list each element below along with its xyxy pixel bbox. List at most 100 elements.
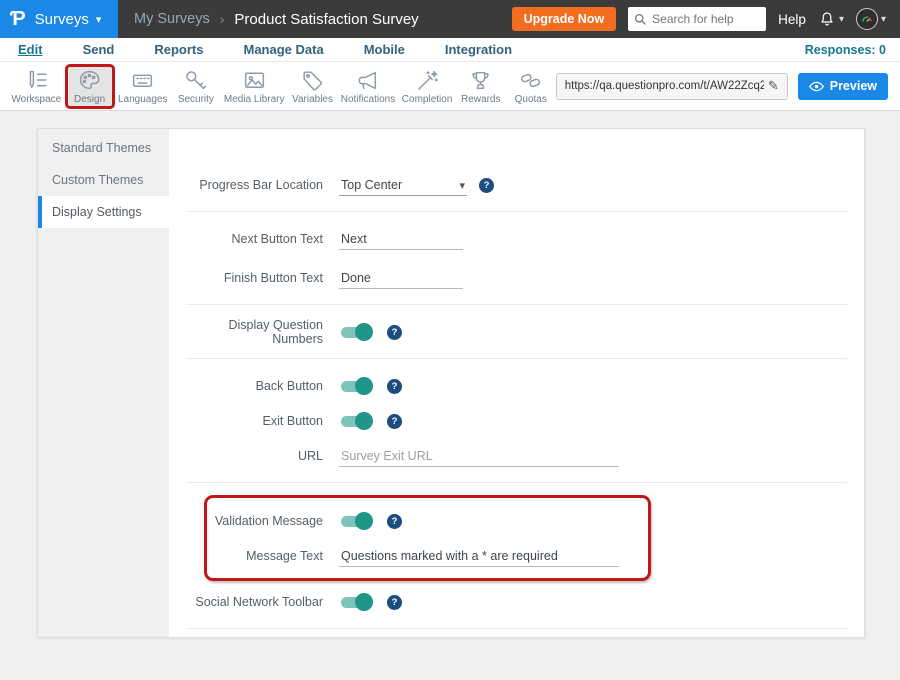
sidebar-item-custom-themes[interactable]: Custom Themes: [38, 164, 169, 196]
toolbar-label: Completion: [402, 94, 453, 105]
help-icon[interactable]: [479, 178, 494, 193]
display-settings-form: Progress Bar Location Top Center Next Bu…: [169, 129, 864, 637]
section-divider: [186, 358, 847, 359]
toolbar-label: Quotas: [515, 94, 547, 105]
progress-bar-location-value: Top Center: [341, 178, 402, 192]
progress-bar-location-select[interactable]: Top Center: [339, 174, 467, 196]
eye-icon: [809, 81, 824, 92]
nav-tab-send[interactable]: Send: [83, 42, 115, 57]
nav-tab-integration[interactable]: Integration: [445, 42, 512, 57]
breadcrumb-my-surveys[interactable]: My Surveys: [134, 11, 210, 27]
nav-tab-manage-data[interactable]: Manage Data: [243, 42, 323, 57]
app-logo-surveys-menu[interactable]: Ƥ Surveys ▾: [0, 0, 118, 38]
survey-url-input[interactable]: [565, 80, 764, 92]
preview-button[interactable]: Preview: [798, 73, 888, 100]
toolbar-item-quotas[interactable]: Quotas: [506, 65, 556, 108]
rewards-trophy-icon: [468, 68, 493, 93]
validation-message-label: Validation Message: [207, 514, 323, 528]
help-icon[interactable]: [387, 379, 402, 394]
display-question-numbers-toggle[interactable]: [341, 327, 371, 338]
toolbar-item-security[interactable]: Security: [171, 65, 221, 108]
survey-nav-bar: Edit Send Reports Manage Data Mobile Int…: [0, 38, 900, 62]
nav-tab-edit[interactable]: Edit: [18, 42, 43, 57]
toolbar-label: Media Library: [224, 94, 285, 105]
search-icon: [634, 13, 647, 26]
toolbar-item-variables[interactable]: Variables: [288, 65, 338, 108]
product-menu-label: Surveys: [35, 11, 89, 28]
responses-count[interactable]: Responses: 0: [805, 43, 886, 57]
exit-url-label: URL: [186, 449, 323, 463]
design-palette-icon: [77, 68, 102, 93]
display-question-numbers-label: Display Question Numbers: [186, 318, 323, 346]
avatar: [856, 8, 878, 30]
upgrade-now-button[interactable]: Upgrade Now: [512, 7, 617, 31]
survey-url-field[interactable]: [556, 73, 788, 100]
chevron-down-icon: ▾: [96, 13, 102, 26]
social-network-toolbar-toggle[interactable]: [341, 597, 371, 608]
edit-url-pencil-icon[interactable]: [764, 78, 783, 94]
top-header-bar: Ƥ Surveys ▾ My Surveys › Product Satisfa…: [0, 0, 900, 38]
sidebar-item-standard-themes[interactable]: Standard Themes: [38, 132, 169, 164]
exit-url-input[interactable]: [339, 446, 619, 467]
toolbar-item-completion[interactable]: Completion: [398, 65, 455, 108]
workspace-icon: [24, 68, 49, 93]
toolbar-item-media-library[interactable]: Media Library: [221, 65, 288, 108]
gauge-avatar-icon: [859, 11, 875, 27]
finish-button-text-label: Finish Button Text: [186, 271, 323, 285]
chevron-down-icon: ▾: [839, 14, 844, 25]
next-button-text-input[interactable]: [339, 229, 463, 250]
sidebar-item-display-settings[interactable]: Display Settings: [38, 196, 169, 228]
questionpro-logo-icon: Ƥ: [10, 8, 26, 31]
message-text-row: Message Text: [207, 541, 648, 571]
section-divider: [186, 211, 847, 212]
validation-message-toggle[interactable]: [341, 516, 371, 527]
exit-url-row: URL: [186, 441, 847, 471]
progress-bar-location-row: Progress Bar Location Top Center: [186, 170, 847, 200]
next-button-text-row: Next Button Text: [186, 224, 847, 254]
design-settings-panel: Standard Themes Custom Themes Display Se…: [37, 128, 865, 638]
help-icon[interactable]: [387, 595, 402, 610]
toolbar-label: Security: [178, 94, 214, 105]
toolbar-label: Rewards: [461, 94, 500, 105]
security-key-icon: [183, 68, 208, 93]
toolbar-label: Languages: [118, 94, 168, 105]
chevron-down-icon: ▾: [881, 14, 886, 25]
quotas-links-icon: [518, 68, 543, 93]
toolbar-item-workspace[interactable]: Workspace: [8, 65, 65, 108]
nav-tab-mobile[interactable]: Mobile: [364, 42, 405, 57]
validation-message-row: Validation Message: [207, 506, 648, 536]
page-title: Product Satisfaction Survey: [234, 11, 418, 28]
completion-wand-icon: [415, 68, 440, 93]
section-divider: [186, 628, 847, 629]
help-icon[interactable]: [387, 414, 402, 429]
notifications-bell-button[interactable]: ▾: [818, 10, 844, 28]
back-button-toggle[interactable]: [341, 381, 371, 392]
breadcrumb: My Surveys › Product Satisfaction Survey: [134, 11, 419, 28]
toolbar-label: Workspace: [11, 94, 61, 105]
finish-button-text-input[interactable]: [339, 268, 463, 289]
toolbar-item-rewards[interactable]: Rewards: [456, 65, 506, 108]
message-text-input[interactable]: [339, 546, 619, 567]
section-divider: [186, 482, 847, 483]
nav-tab-reports[interactable]: Reports: [154, 42, 203, 57]
social-network-toolbar-label: Social Network Toolbar: [186, 595, 323, 609]
toolbar-item-languages[interactable]: Languages: [115, 65, 171, 108]
help-icon[interactable]: [387, 514, 402, 529]
finish-button-text-row: Finish Button Text: [186, 263, 847, 293]
back-button-label: Back Button: [186, 379, 323, 393]
social-network-toolbar-row: Social Network Toolbar: [186, 587, 847, 617]
edit-toolbar: Workspace Design Languages Security Medi…: [0, 62, 900, 111]
account-menu-button[interactable]: ▾: [856, 8, 886, 30]
bell-icon: [818, 10, 836, 28]
media-library-image-icon: [242, 68, 267, 93]
exit-button-toggle[interactable]: [341, 416, 371, 427]
message-text-label: Message Text: [207, 549, 323, 563]
toolbar-item-design[interactable]: Design: [65, 64, 115, 109]
help-link[interactable]: Help: [778, 12, 806, 27]
section-divider: [186, 304, 847, 305]
toolbar-label: Variables: [292, 94, 333, 105]
toolbar-item-notifications[interactable]: Notifications: [338, 65, 399, 108]
help-search-box[interactable]: [628, 7, 766, 31]
search-input[interactable]: [652, 12, 760, 26]
help-icon[interactable]: [387, 325, 402, 340]
